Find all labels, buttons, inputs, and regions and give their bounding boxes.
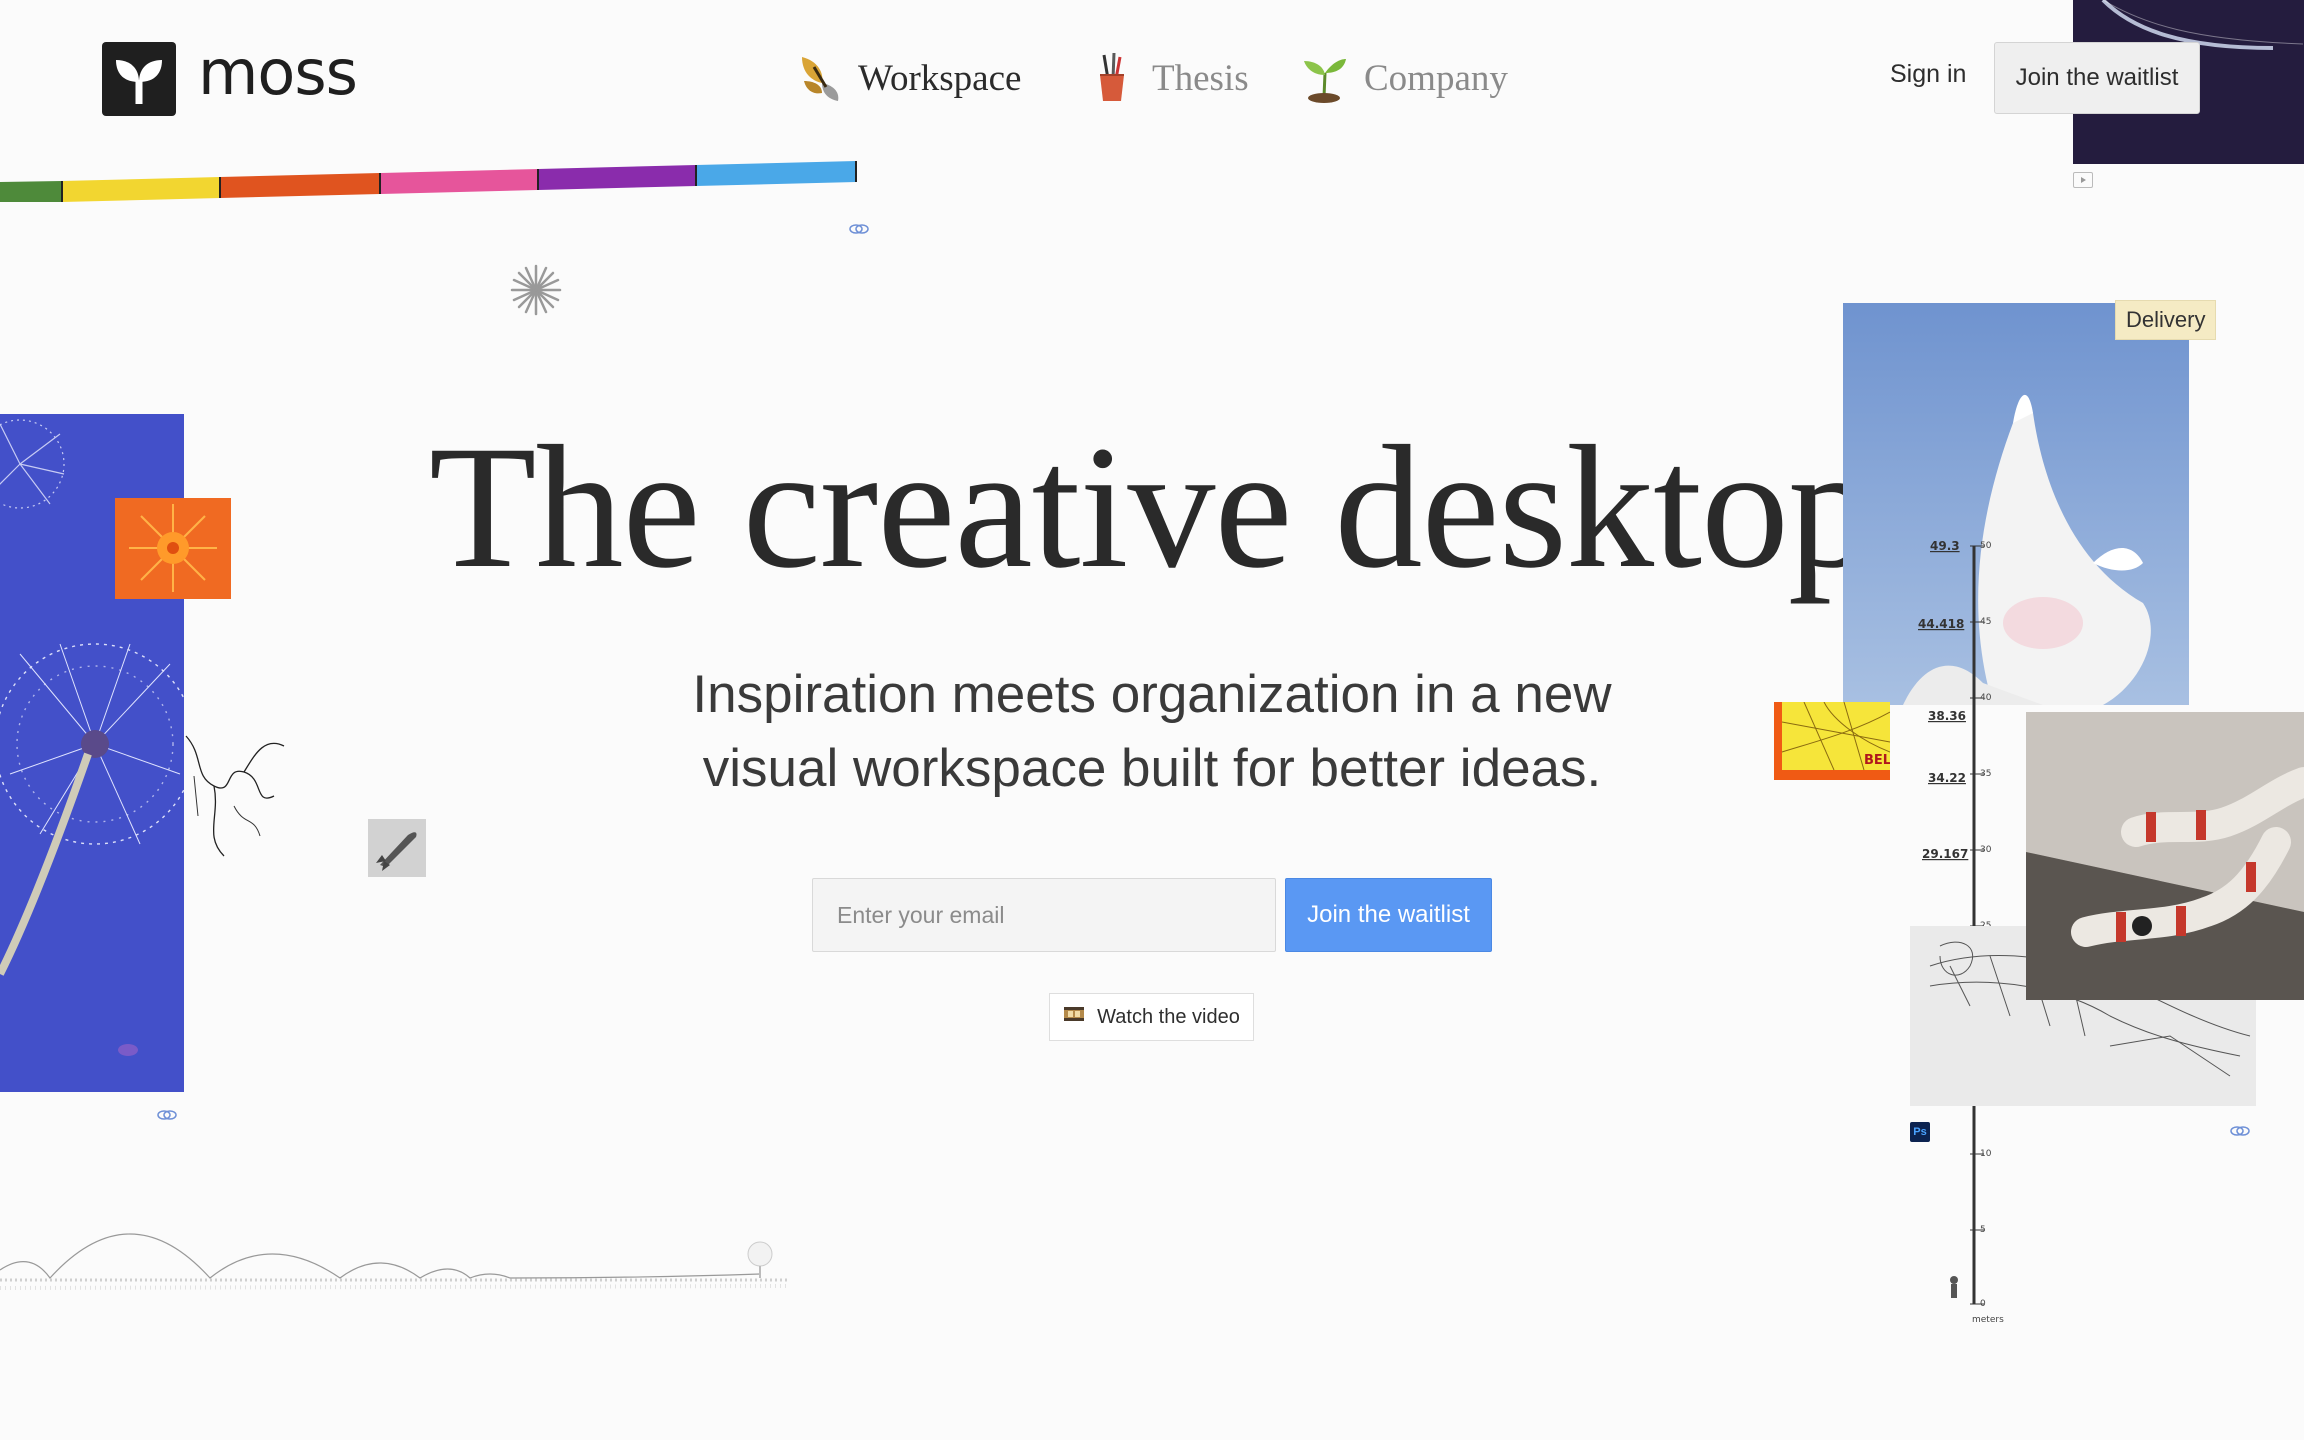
- join-waitlist-button[interactable]: Join the waitlist: [1285, 878, 1492, 952]
- nav-label: Company: [1364, 57, 1508, 99]
- scale-tick: 35: [1980, 769, 1991, 779]
- scale-tick: 30: [1980, 845, 1992, 855]
- nav-company[interactable]: Company: [1298, 50, 1508, 106]
- chart-label: 38.36: [1928, 709, 1966, 723]
- scale-unit: meters: [1972, 1315, 2004, 1325]
- link-icon: [156, 1108, 178, 1122]
- scribble-drawing: [184, 716, 288, 871]
- email-input[interactable]: [812, 878, 1276, 952]
- chart-label: 49.3: [1930, 539, 1960, 553]
- scale-tick: 40: [1980, 693, 1992, 703]
- hero-subheadline: Inspiration meets organization in a new …: [580, 658, 1724, 806]
- scale-tick: 10: [1980, 1149, 1992, 1159]
- color-strip: [0, 160, 860, 202]
- watch-video-button[interactable]: Watch the video: [1049, 993, 1254, 1041]
- sprout-icon: [1298, 51, 1350, 105]
- link-icon: [2229, 1124, 2251, 1138]
- map-fragment-image: BEL: [1774, 701, 1891, 780]
- scale-tick: 45: [1980, 617, 1991, 627]
- sign-in-link[interactable]: Sign in: [1890, 60, 1966, 89]
- film-icon: [1063, 1005, 1085, 1029]
- subline-line-1: Inspiration meets organization in a new: [692, 665, 1612, 724]
- map-label: BEL: [1864, 753, 1890, 768]
- scale-tick: 5: [1980, 1225, 1986, 1235]
- asterisk-icon: [508, 262, 564, 323]
- video-icon: [2073, 172, 2093, 188]
- pencil-cup-icon: [1086, 51, 1138, 105]
- photoshop-badge: Ps: [1910, 1122, 1930, 1142]
- robot-legs-photo: [2026, 712, 2304, 1000]
- watch-video-label: Watch the video: [1097, 1005, 1240, 1028]
- scale-tick: 0: [1980, 1299, 1986, 1309]
- nav-label: Thesis: [1152, 57, 1249, 99]
- nav-workspace[interactable]: Workspace: [792, 50, 1021, 106]
- chart-label: 34.22: [1928, 771, 1966, 785]
- chart-label: 29.167: [1922, 847, 1968, 861]
- nav-label: Workspace: [858, 57, 1022, 99]
- scale-tick: 50: [1980, 541, 1992, 551]
- delivery-tag: Delivery: [2115, 300, 2217, 340]
- join-waitlist-header-button[interactable]: Join the waitlist: [1994, 42, 2200, 114]
- link-icon: [848, 222, 870, 236]
- bouncing-ball-sketch: [0, 1210, 800, 1310]
- chart-label: 44.418: [1918, 617, 1964, 631]
- subline-line-2: visual workspace built for better ideas.: [702, 739, 1602, 798]
- butterfly-icon: [792, 51, 844, 105]
- logo-wordmark[interactable]: moss: [198, 36, 358, 109]
- moss-logo-icon[interactable]: [102, 42, 176, 116]
- nav-thesis[interactable]: Thesis: [1086, 50, 1249, 106]
- rocket-icon: [368, 819, 426, 877]
